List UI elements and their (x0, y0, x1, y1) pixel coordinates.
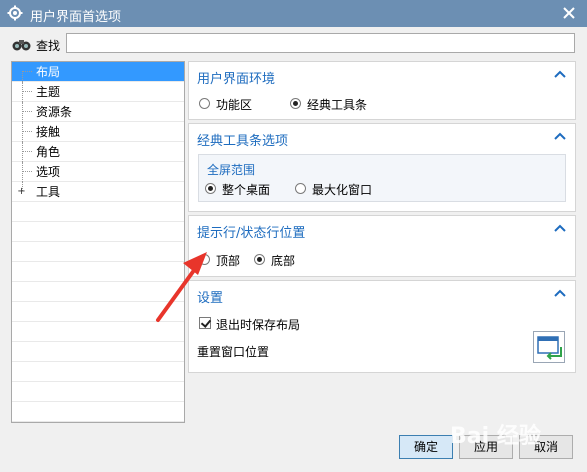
reset-window-button[interactable] (533, 331, 565, 363)
tree-item-touch[interactable]: 接触 (12, 122, 184, 142)
ok-button[interactable]: 确定 (399, 435, 453, 459)
section-title: 提示行/状态行位置 (197, 226, 306, 241)
radio-label: 顶部 (216, 254, 241, 268)
section-prompt-status: 提示行/状态行位置 顶部 底部 (188, 215, 576, 277)
settings-panel: 用户界面环境 功能区 经典工具条 经典工具条选项 全屏范围 整个桌面 最大化窗口… (188, 61, 576, 423)
tree-item-label: 工具 (36, 185, 61, 199)
tree-item-label: 角色 (36, 145, 61, 159)
tree-connector (22, 82, 23, 102)
tree-item-label: 选项 (36, 165, 61, 179)
radio-label: 整个桌面 (222, 183, 271, 197)
radio-top[interactable] (199, 254, 210, 265)
tree-item-label: 布局 (36, 65, 61, 79)
section-settings: 设置 退出时保存布局 重置窗口位置 (188, 280, 576, 373)
title-bar: 用户界面首选项 (0, 0, 587, 27)
group-title: 全屏范围 (207, 163, 256, 177)
tree-item-theme[interactable]: 主题 (12, 82, 184, 102)
tree-item-options[interactable]: 选项 (12, 162, 184, 182)
tree-empty-row (12, 362, 184, 382)
tree-connector (22, 71, 32, 72)
radio-label: 功能区 (216, 98, 253, 112)
tree-connector (22, 91, 32, 92)
chevron-up-icon[interactable] (554, 223, 566, 233)
section-ui-environment: 用户界面环境 功能区 经典工具条 (188, 61, 576, 120)
save-layout-label: 退出时保存布局 (216, 318, 301, 332)
radio-whole-desktop[interactable] (205, 183, 216, 194)
radio-label: 经典工具条 (307, 98, 368, 112)
radio-maximize-window[interactable] (295, 183, 306, 194)
tree-connector (22, 171, 32, 172)
tree-empty-row (12, 322, 184, 342)
save-layout-checkbox[interactable] (199, 317, 211, 329)
category-tree: 布局 主题 资源条 接触 角色 选项 + 工具 (11, 61, 185, 423)
tree-item-label: 主题 (36, 85, 61, 99)
tree-connector (22, 151, 32, 152)
section-title: 设置 (197, 291, 224, 306)
search-input[interactable] (66, 33, 575, 53)
tree-connector (22, 142, 23, 162)
tree-connector (22, 111, 32, 112)
section-title: 用户界面环境 (197, 72, 276, 87)
tree-item-role[interactable]: 角色 (12, 142, 184, 162)
window-reset-icon (537, 336, 562, 360)
tree-item-layout[interactable]: 布局 (12, 62, 184, 82)
expand-icon[interactable]: + (17, 187, 26, 197)
tree-item-resource-bar[interactable]: 资源条 (12, 102, 184, 122)
radio-classic-toolbar[interactable] (290, 98, 301, 109)
fullscreen-group: 全屏范围 整个桌面 最大化窗口 (198, 154, 566, 202)
radio-label: 最大化窗口 (312, 183, 373, 197)
watermark: Bai 经验 (450, 424, 541, 449)
reset-window-label: 重置窗口位置 (197, 345, 270, 359)
search-label: 查找 (36, 39, 61, 53)
tree-connector (22, 102, 23, 122)
tree-connector (22, 131, 32, 132)
tree-empty-row (12, 262, 184, 282)
tree-empty-row (12, 342, 184, 362)
chevron-up-icon[interactable] (554, 288, 566, 298)
close-icon[interactable] (561, 5, 577, 21)
tree-item-tools[interactable]: + 工具 (12, 182, 184, 202)
tree-empty-row (12, 382, 184, 402)
gear-icon (7, 5, 23, 21)
radio-bottom[interactable] (254, 254, 265, 265)
radio-ribbon[interactable] (199, 98, 210, 109)
window-title: 用户界面首选项 (30, 10, 122, 25)
tree-connector (22, 71, 23, 82)
tree-empty-row (12, 282, 184, 302)
tree-connector (22, 122, 23, 142)
tree-item-label: 资源条 (36, 105, 73, 119)
radio-label: 底部 (271, 254, 296, 268)
tree-connector (22, 162, 23, 182)
chevron-up-icon[interactable] (554, 131, 566, 141)
tree-empty-row (12, 302, 184, 322)
tree-empty-row (12, 242, 184, 262)
section-title: 经典工具条选项 (197, 134, 289, 149)
tree-item-label: 接触 (36, 125, 61, 139)
search-row: 查找 (0, 27, 587, 61)
tree-empty-row (12, 222, 184, 242)
section-classic-toolbar: 经典工具条选项 全屏范围 整个桌面 最大化窗口 (188, 123, 576, 212)
tree-empty-row (12, 202, 184, 222)
chevron-up-icon[interactable] (554, 69, 566, 79)
binoculars-icon (12, 40, 31, 51)
tree-empty-row (12, 402, 184, 422)
